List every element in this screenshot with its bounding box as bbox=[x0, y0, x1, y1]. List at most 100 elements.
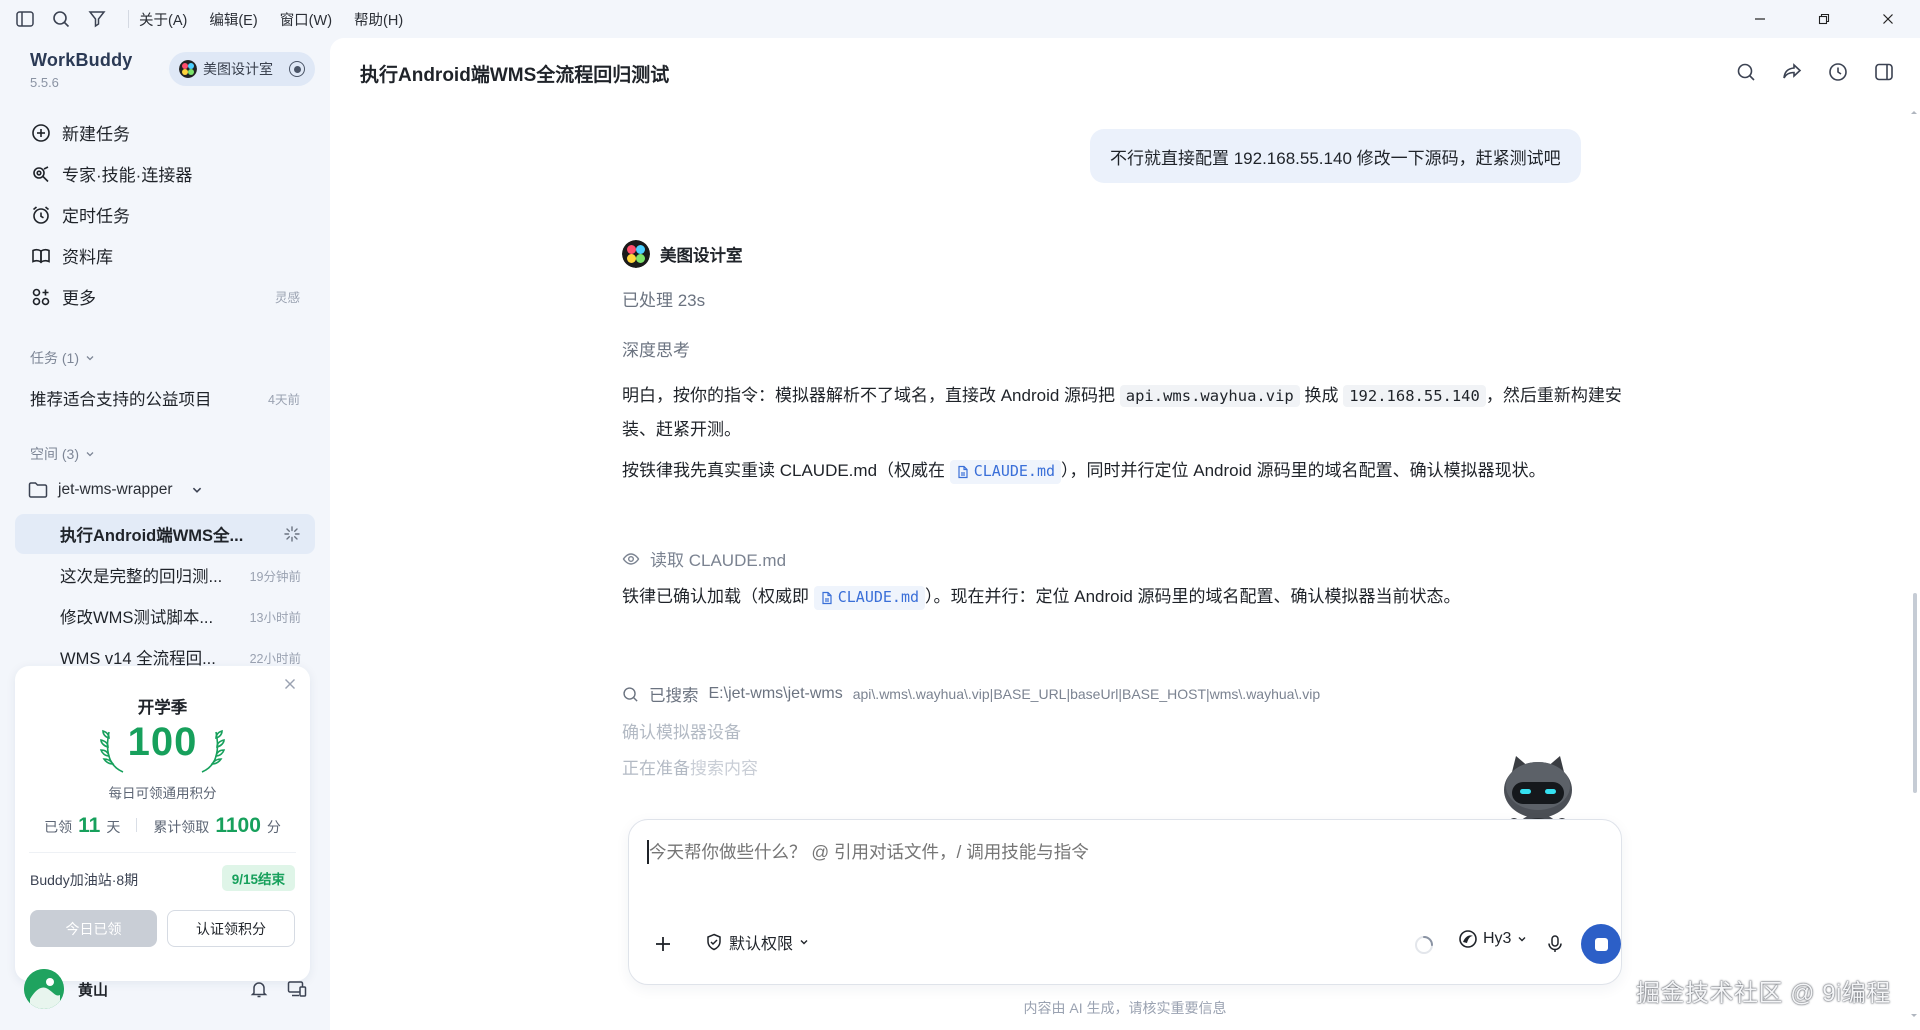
user-message-bubble: 不行就直接配置 192.168.55.140 修改一下源码，赶紧测试吧 bbox=[1090, 129, 1581, 183]
scroll-up-icon[interactable] bbox=[1910, 108, 1918, 116]
top-toolbar bbox=[1734, 60, 1896, 84]
promo-station: Buddy加油站·8期 bbox=[30, 872, 139, 888]
sidebar-item-label: 新建任务 bbox=[62, 125, 130, 144]
close-icon[interactable] bbox=[284, 678, 296, 690]
chevron-down-icon bbox=[1518, 937, 1526, 942]
claimed-today-button[interactable]: 今日已领 bbox=[30, 910, 157, 947]
avatar[interactable] bbox=[24, 969, 64, 1009]
file-link[interactable]: CLAUDE.md bbox=[813, 585, 926, 610]
promo-title: 开学季 bbox=[137, 699, 188, 717]
assistant-paragraph-3: 铁律已确认加载（权威即 CLAUDE.md ）。现在并行：定位 Android 源… bbox=[622, 580, 1622, 613]
tasks-section-header[interactable]: 任务 (1) bbox=[30, 348, 95, 368]
tasks-section-label: 任务 (1) bbox=[30, 350, 79, 366]
sidebar-item-library[interactable]: 资料库 bbox=[16, 235, 316, 276]
shield-check-icon bbox=[707, 933, 721, 951]
add-attachment-button[interactable] bbox=[651, 932, 675, 956]
eye-icon bbox=[622, 552, 640, 565]
filter-icon[interactable] bbox=[86, 8, 108, 30]
model-selector[interactable]: Hy3 bbox=[1459, 930, 1527, 948]
chevron-down-icon bbox=[800, 940, 808, 945]
spaces-section-header[interactable]: 空间 (3) bbox=[30, 444, 95, 464]
pending-step-confirm-device: 确认模拟器设备 bbox=[622, 723, 741, 742]
stop-icon bbox=[1594, 937, 1608, 951]
space-task-item[interactable]: 修改WMS测试脚本... 13小时前 bbox=[15, 596, 315, 636]
scroll-thumb[interactable] bbox=[1913, 593, 1917, 793]
history-icon[interactable] bbox=[1826, 60, 1850, 84]
sidebar-item-experts[interactable]: 专家·技能·连接器 bbox=[16, 153, 316, 194]
scrollbar[interactable] bbox=[1910, 108, 1918, 1020]
promo-end-badge: 9/15结束 bbox=[221, 865, 295, 891]
space-task-item-active[interactable]: 执行Android端WMS全... bbox=[15, 514, 315, 554]
stat-total-unit: 分 bbox=[266, 819, 281, 835]
share-icon[interactable] bbox=[1780, 60, 1804, 84]
workspace-avatar-icon bbox=[179, 60, 197, 78]
workspace-name: 美图设计室 bbox=[203, 61, 273, 77]
minimize-button[interactable] bbox=[1728, 0, 1792, 38]
read-file-step[interactable]: 读取 CLAUDE.md bbox=[622, 546, 786, 571]
panel-toggle-icon[interactable] bbox=[1872, 60, 1896, 84]
permission-label: 默认权限 bbox=[729, 936, 794, 953]
chat-input[interactable] bbox=[649, 842, 1549, 863]
permission-dropdown[interactable]: 默认权限 bbox=[705, 930, 809, 954]
sidebar-toggle-icon[interactable] bbox=[14, 8, 36, 30]
menu-window[interactable]: 窗口(W) bbox=[280, 9, 332, 30]
close-button[interactable] bbox=[1856, 0, 1920, 38]
space-task-time: 22小时前 bbox=[249, 651, 301, 666]
alarm-clock-icon bbox=[30, 204, 52, 226]
file-icon bbox=[822, 591, 832, 604]
file-icon bbox=[958, 465, 968, 478]
task-item-time: 4天前 bbox=[268, 392, 300, 407]
search-icon[interactable] bbox=[50, 8, 72, 30]
stat-days-unit: 天 bbox=[106, 819, 121, 835]
text-segment: 换成 bbox=[1299, 386, 1344, 405]
file-link[interactable]: CLAUDE.md bbox=[949, 459, 1062, 484]
promo-card: 开学季 100 每日可领通用积分 已领 11 天 累计领取 1100 分 Bud… bbox=[15, 666, 310, 981]
menu-about[interactable]: 关于(A) bbox=[139, 9, 187, 30]
model-label: Hy3 bbox=[1483, 930, 1512, 947]
text-segment: ）。现在并行：定位 Android 源码里的域名配置、确认模拟器当前状态。 bbox=[925, 587, 1461, 606]
menu-bar: 关于(A) 编辑(E) 窗口(W) 帮助(H) bbox=[139, 9, 403, 30]
search-step-label: 已搜索 bbox=[649, 687, 699, 705]
sidebar-nav: 新建任务 专家·技能·连接器 定时任务 资料库 更多 灵感 bbox=[16, 112, 316, 317]
task-item[interactable]: 推荐适合支持的公益项目 4天前 bbox=[30, 386, 300, 410]
stop-generation-button[interactable] bbox=[1581, 924, 1621, 964]
inline-code: 192.168.55.140 bbox=[1343, 385, 1486, 407]
pending-step-text: 正在准备 bbox=[622, 759, 690, 778]
restore-button[interactable] bbox=[1792, 0, 1856, 38]
devices-icon[interactable] bbox=[285, 977, 309, 1001]
processed-status[interactable]: 已处理 23s bbox=[622, 286, 705, 311]
text-segment: 明白，按你的指令：模拟器解析不了域名，直接改 Android 源码把 bbox=[622, 386, 1120, 405]
loading-icon bbox=[1415, 936, 1433, 954]
read-file-step-label: 读取 CLAUDE.md bbox=[650, 551, 787, 570]
microphone-icon bbox=[1548, 935, 1562, 952]
space-task-time: 13小时前 bbox=[249, 610, 301, 625]
page-title: 执行Android端WMS全流程回归测试 bbox=[360, 65, 670, 86]
space-folder-name: jet-wms-wrapper bbox=[58, 481, 173, 498]
verify-points-button[interactable]: 认证领积分 bbox=[167, 910, 295, 947]
space-task-item[interactable]: 这次是完整的回归测... 19分钟前 bbox=[15, 555, 315, 595]
titlebar-divider bbox=[128, 10, 129, 28]
scroll-down-icon[interactable] bbox=[1910, 1012, 1918, 1020]
sidebar-item-more[interactable]: 更多 灵感 bbox=[16, 276, 316, 317]
text-caret bbox=[647, 840, 649, 864]
watermark: 掘金技术社区 @ 9i编程 bbox=[1636, 980, 1891, 1007]
space-task-label: 这次是完整的回归测... bbox=[60, 568, 223, 586]
menu-edit[interactable]: 编辑(E) bbox=[209, 9, 257, 30]
microphone-button[interactable] bbox=[1543, 932, 1567, 956]
brand-name: WorkBuddy bbox=[30, 50, 133, 70]
promo-stats: 已领 11 天 累计领取 1100 分 bbox=[15, 814, 310, 838]
sidebar-item-new-task[interactable]: 新建任务 bbox=[16, 112, 316, 153]
menu-help[interactable]: 帮助(H) bbox=[354, 9, 403, 30]
search-step[interactable]: 已搜索 E:\jet-wms\jet-wms api\.wms\.wayhua\… bbox=[622, 682, 1320, 706]
space-folder[interactable]: jet-wms-wrapper bbox=[28, 481, 203, 499]
inspiration-link[interactable]: 灵感 bbox=[275, 287, 300, 306]
deep-think-toggle[interactable]: 深度思考 bbox=[622, 336, 690, 361]
assistant-paragraph-1: 明白，按你的指令：模拟器解析不了域名，直接改 Android 源码把 api.w… bbox=[622, 379, 1622, 446]
pending-step-preparing: 正在准备搜索内容 bbox=[622, 754, 758, 779]
workspace-switcher[interactable]: 美图设计室 bbox=[169, 52, 315, 86]
bell-icon[interactable] bbox=[247, 977, 271, 1001]
sidebar-item-scheduled[interactable]: 定时任务 bbox=[16, 194, 316, 235]
book-icon bbox=[30, 245, 52, 267]
text-segment: 铁律已确认加载（权威即 bbox=[622, 587, 814, 606]
search-icon[interactable] bbox=[1734, 60, 1758, 84]
